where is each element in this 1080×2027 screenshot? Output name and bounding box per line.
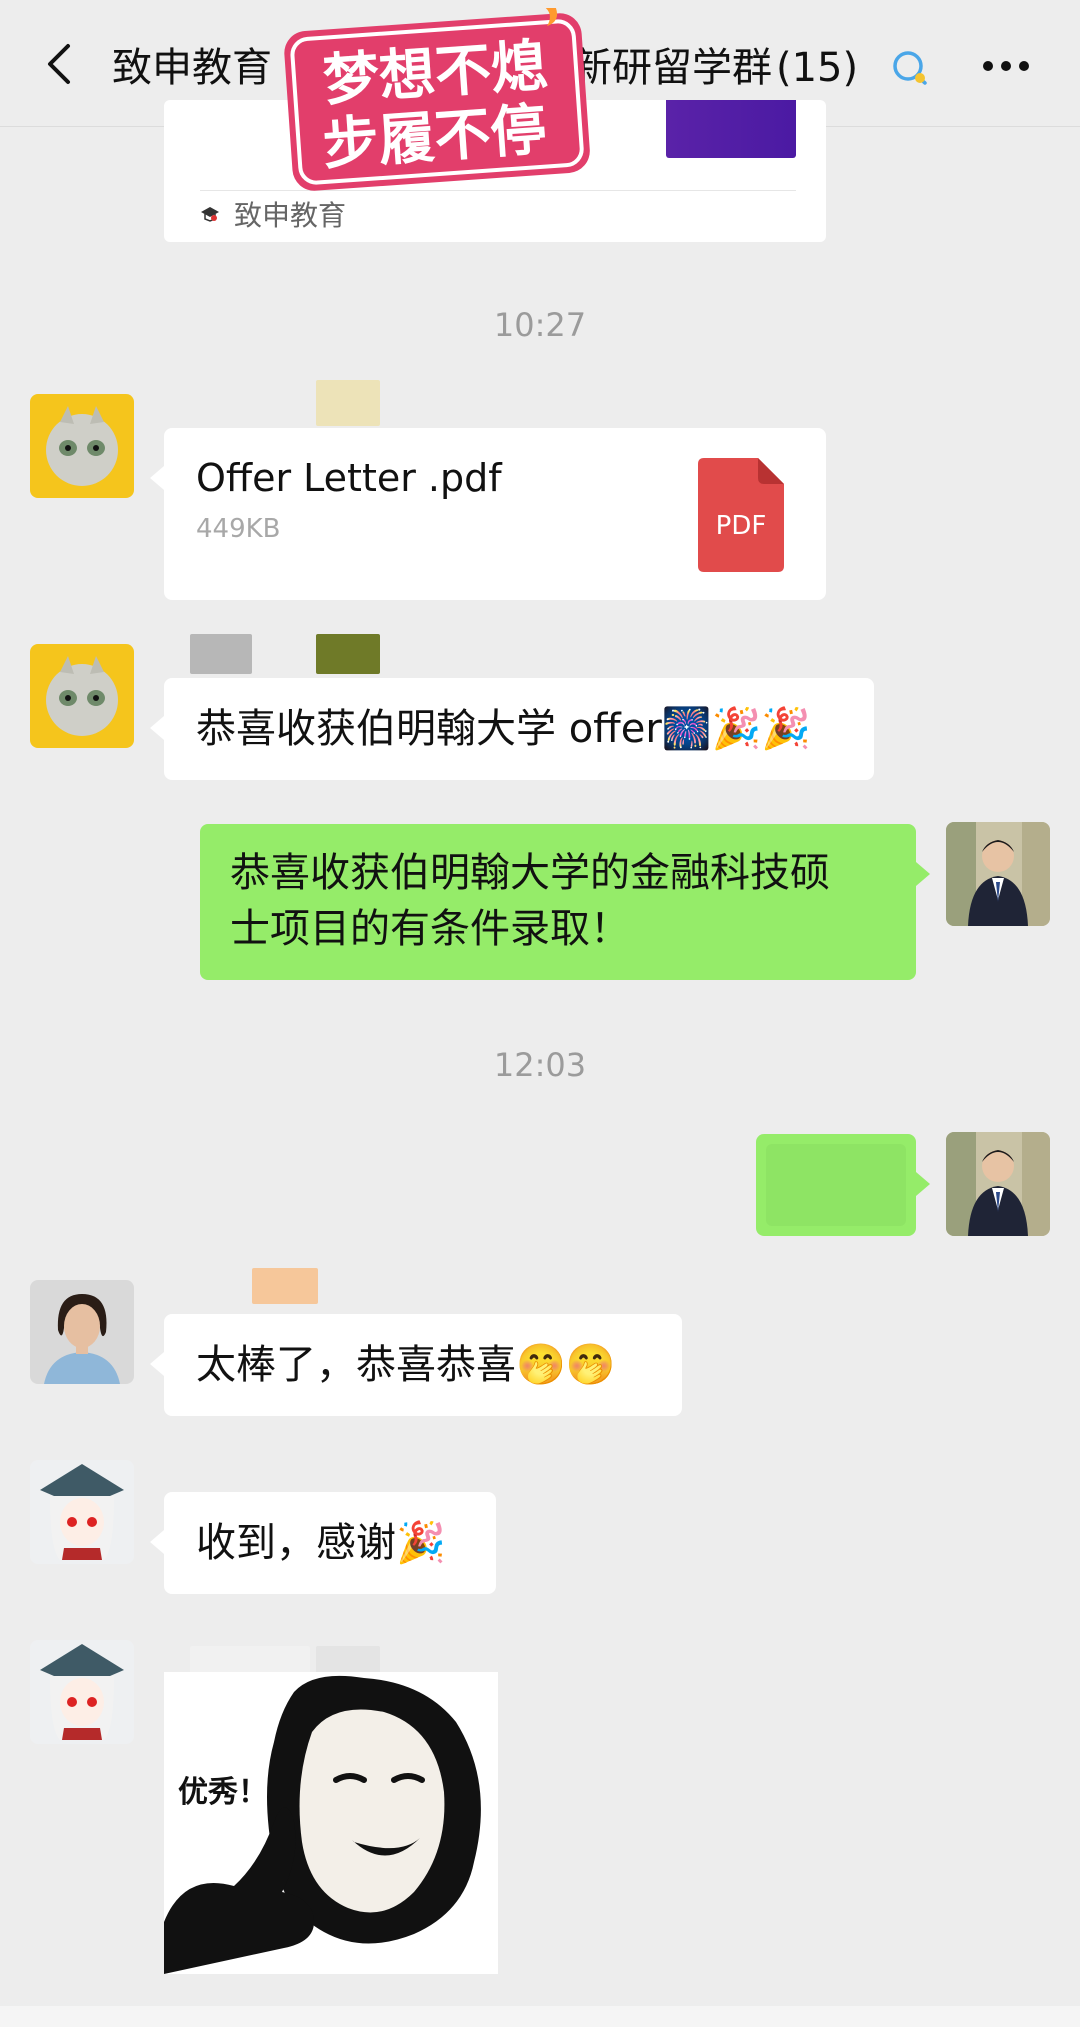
message-line-1: 恭喜收获伯明翰大学的金融科技硕 <box>230 850 830 896</box>
thanks-message-bubble[interactable]: 收到，感谢🎉 <box>164 1492 496 1594</box>
woman-avatar-image <box>30 1280 134 1384</box>
sender-name-blurred <box>252 1268 318 1304</box>
anime-girl-avatar-image <box>30 1460 134 1564</box>
hugging-face-icon: 🤭🤭 <box>516 1342 616 1388</box>
cat-avatar-image <box>30 644 134 748</box>
blurred-content <box>766 1144 906 1226</box>
avatar-cat[interactable] <box>30 644 134 748</box>
chat-title-left: 致申教育 <box>112 45 272 91</box>
bubble-tail <box>150 466 164 490</box>
file-name: Offer Letter .pdf <box>196 456 502 500</box>
avatar-self[interactable] <box>946 1132 1050 1236</box>
avatar-anime[interactable] <box>30 1460 134 1564</box>
meme-caption: 优秀！ <box>178 1775 268 1810</box>
panda-meme-image: 优秀！ <box>164 1672 498 1974</box>
cat-avatar-image <box>30 394 134 498</box>
avatar-cat[interactable] <box>30 394 134 498</box>
message-text-content: 恭喜收获伯明翰大学 offer <box>196 706 662 752</box>
party-popper-icon: 🎉 <box>396 1520 446 1566</box>
member-count: (15) <box>776 45 859 91</box>
group-chat-icon <box>893 51 927 85</box>
message-line-2: 士项目的有条件录取！ <box>230 906 630 952</box>
sent-congrats-bubble[interactable]: 恭喜收获伯明翰大学的金融科技硕 士项目的有条件录取！ <box>200 824 916 980</box>
message-text: 恭喜收获伯明翰大学 offer🎆🎉🎉 <box>196 702 811 756</box>
sent-blurred-bubble[interactable] <box>756 1134 916 1236</box>
sender-name-blurred <box>190 1646 310 1674</box>
fireworks-icon: 🎆🎉🎉 <box>661 706 812 752</box>
man-in-suit-avatar-image <box>946 822 1050 926</box>
avatar-self[interactable] <box>946 822 1050 926</box>
bubble-tail <box>916 1172 930 1196</box>
file-size: 449KB <box>196 514 281 544</box>
bubble-tail <box>150 1530 164 1554</box>
congrats-message-bubble[interactable]: 恭喜收获伯明翰大学 offer🎆🎉🎉 <box>164 678 874 780</box>
message-text: 收到，感谢🎉 <box>196 1516 446 1570</box>
sender-name-blurred <box>316 1646 380 1674</box>
pdf-file-icon: PDF <box>698 458 784 572</box>
timestamp: 10:27 <box>493 306 587 344</box>
sender-name-blurred <box>316 380 380 426</box>
bubble-tail <box>150 1352 164 1376</box>
slogan-sticker: 梦想不熄 步履不停 <box>284 8 590 191</box>
card-source-name: 致申教育 <box>234 199 347 232</box>
bubble-tail <box>916 862 930 886</box>
more-options-icon[interactable] <box>980 58 1032 74</box>
man-in-suit-avatar-image <box>946 1132 1050 1236</box>
message-text: 太棒了，恭喜恭喜🤭🤭 <box>196 1338 616 1392</box>
anime-girl-avatar-image <box>30 1640 134 1744</box>
timestamp: 12:03 <box>493 1046 587 1084</box>
sender-name-blurred <box>190 634 252 674</box>
avatar-woman[interactable] <box>30 1280 134 1384</box>
back-arrow-icon[interactable] <box>40 42 84 86</box>
message-text-content: 太棒了，恭喜恭喜 <box>196 1342 516 1388</box>
file-message-bubble[interactable]: Offer Letter .pdf 449KB PDF <box>164 428 826 600</box>
message-text-content: 收到，感谢 <box>196 1520 396 1566</box>
panda-meme-sticker[interactable]: 优秀！ <box>164 1672 498 1974</box>
praise-message-bubble[interactable]: 太棒了，恭喜恭喜🤭🤭 <box>164 1314 682 1416</box>
bottom-bar <box>0 2006 1080 2027</box>
avatar-anime[interactable] <box>30 1640 134 1744</box>
graduation-cap-icon <box>201 207 219 222</box>
pdf-badge-label: PDF <box>716 511 767 541</box>
chat-title-right: 新研留学群 <box>572 45 772 91</box>
card-thumbnail <box>666 100 796 158</box>
bubble-tail <box>150 716 164 740</box>
sender-name-blurred <box>316 634 380 674</box>
